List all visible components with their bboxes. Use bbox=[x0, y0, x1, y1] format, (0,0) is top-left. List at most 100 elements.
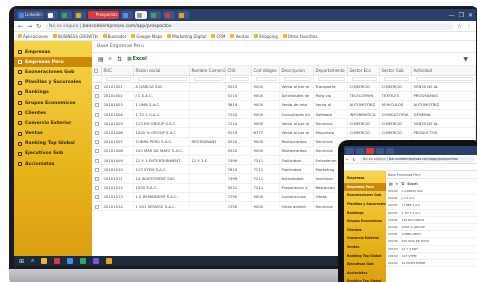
column-header[interactable]: Razon social bbox=[133, 66, 190, 76]
row-checkbox[interactable] bbox=[95, 140, 99, 145]
bookmark-item[interactable]: Otros favoritos bbox=[282, 34, 317, 39]
refresh-icon[interactable]: ⇅ bbox=[401, 181, 404, 186]
tablet-export-excel-button[interactable]: Excel bbox=[407, 182, 417, 186]
sidebar-item[interactable]: Exoneraciones Gob bbox=[14, 67, 92, 77]
sidebar-item[interactable]: Empresas Peru bbox=[14, 57, 92, 68]
table-row[interactable]: 20101006 1000 % GROUP S.A.C. 5219 8772 Venta… bbox=[92, 127, 476, 138]
reload-icon[interactable]: ↻ bbox=[36, 23, 41, 30]
row-checkbox[interactable] bbox=[95, 186, 99, 191]
browser-tab[interactable] bbox=[135, 11, 148, 19]
column-header[interactable]: Cod Ubigeo bbox=[251, 66, 280, 76]
column-header[interactable]: Actividad bbox=[411, 66, 476, 76]
row-checkbox[interactable] bbox=[95, 112, 99, 117]
tablet-table-row[interactable]: 20100 12 Y 3 ENT. bbox=[386, 246, 477, 253]
row-checkbox[interactable] bbox=[95, 204, 99, 209]
row-checkbox[interactable] bbox=[95, 94, 99, 99]
tablet-table-row[interactable]: 20100 1OBRA PERU bbox=[386, 231, 477, 239]
tablet-table-row[interactable]: 20100 14 INVESTMENT bbox=[386, 260, 477, 268]
column-filter-input[interactable] bbox=[317, 76, 345, 81]
select-all-header[interactable] bbox=[92, 66, 102, 76]
sidebar-item[interactable]: Accionistas bbox=[14, 159, 92, 169]
column-filter-input[interactable] bbox=[351, 76, 377, 81]
tablet-table-row[interactable]: 20100 J C S.A.C. bbox=[386, 195, 477, 203]
tab[interactable] bbox=[386, 147, 394, 154]
browser-tab[interactable] bbox=[121, 11, 134, 19]
tablet-sidebar-item[interactable]: Ranking Top Global bbox=[344, 277, 386, 282]
column-filter-input[interactable] bbox=[137, 76, 187, 81]
export-excel-button[interactable]: ▦ Excel bbox=[127, 57, 147, 62]
browser-tab[interactable]: Prospectos bbox=[87, 11, 120, 19]
sidebar-item[interactable]: Planillas y Sucursales bbox=[14, 78, 92, 88]
reload-icon[interactable]: ↻ bbox=[352, 157, 355, 162]
row-checkbox[interactable] bbox=[95, 85, 99, 90]
row-checkbox[interactable] bbox=[95, 103, 99, 108]
tab[interactable] bbox=[346, 147, 354, 154]
sidebar-item[interactable]: Empresas bbox=[14, 47, 92, 57]
bookmark-item[interactable]: Buscador bbox=[102, 34, 126, 39]
tablet-sidebar-item[interactable]: Ejecutivos Gob bbox=[344, 260, 386, 269]
sidebar-item[interactable]: Ejecutivos Gob bbox=[14, 149, 92, 159]
table-row[interactable]: 20101001 A GARCIA SAC 5223 9000 Venta al por… bbox=[92, 82, 476, 92]
table-row[interactable]: 20101004 1 TO 1 S.A.C. 7220 9000 Consultores… bbox=[92, 109, 476, 120]
tablet-sidebar-item[interactable]: Planillas y Sucursales bbox=[344, 200, 386, 209]
tablet-sidebar-item[interactable]: Rankings bbox=[344, 208, 386, 217]
browser-tab[interactable] bbox=[73, 11, 86, 19]
tablet-table-row[interactable]: 20100 1000 % GROUP bbox=[386, 224, 477, 232]
row-checkbox[interactable] bbox=[95, 167, 99, 172]
excel-icon[interactable] bbox=[80, 258, 87, 264]
bookmark-item[interactable]: BUSINESS GROWTH bbox=[53, 34, 98, 39]
column-filter-input[interactable] bbox=[283, 76, 311, 81]
search-icon[interactable]: ⌕ bbox=[109, 55, 112, 63]
tablet-sidebar-item[interactable]: Clientes bbox=[344, 226, 386, 235]
search-icon[interactable]: ⌕ bbox=[396, 181, 398, 186]
row-checkbox[interactable] bbox=[95, 176, 99, 181]
search-icon[interactable]: ⌕ bbox=[31, 257, 34, 265]
browser-tab[interactable] bbox=[163, 11, 176, 19]
sidebar-item[interactable]: Clientes bbox=[14, 108, 92, 118]
tablet-table-row[interactable]: 20100 123 STEM bbox=[386, 253, 477, 260]
column-header[interactable]: Descripcion bbox=[279, 66, 314, 76]
tablet-sidebar-item[interactable]: Accionistas bbox=[344, 269, 386, 278]
document-icon[interactable]: ▤ bbox=[98, 56, 104, 63]
maximize-icon[interactable]: ❐ bbox=[459, 12, 464, 19]
column-header[interactable]: CIIU bbox=[225, 66, 252, 76]
forward-icon[interactable]: → bbox=[27, 23, 32, 30]
row-checkbox[interactable] bbox=[95, 149, 99, 154]
sidebar-item[interactable]: Ranking Top Global bbox=[14, 139, 92, 149]
sidebar-item[interactable]: Rankings bbox=[14, 88, 92, 98]
app-icon[interactable] bbox=[106, 258, 113, 264]
row-checkbox[interactable] bbox=[95, 195, 99, 200]
tablet-sidebar-item[interactable]: Ventas bbox=[344, 243, 386, 252]
column-filter-input[interactable] bbox=[383, 76, 409, 81]
tablet-sidebar-item[interactable]: Ranking Top Global bbox=[344, 251, 386, 260]
bookmark-item[interactable]: Ventas bbox=[230, 34, 249, 39]
row-checkbox[interactable] bbox=[95, 158, 99, 163]
refresh-icon[interactable]: ⇅ bbox=[117, 56, 122, 63]
row-checkbox[interactable] bbox=[95, 131, 99, 136]
browser-tab[interactable] bbox=[177, 11, 190, 19]
tablet-sidebar-item[interactable]: Grupos Economicos bbox=[344, 217, 386, 226]
tablet-table-row[interactable]: 20100 100 MAS DE MAYO bbox=[386, 238, 477, 246]
tablet-sidebar-item[interactable]: Exoneraciones Gob bbox=[344, 191, 386, 200]
document-icon[interactable]: ▤ bbox=[389, 181, 393, 186]
column-filter-input[interactable] bbox=[193, 76, 223, 81]
browser-tab[interactable]: Linkedin bbox=[17, 11, 44, 19]
tab[interactable] bbox=[366, 147, 374, 154]
table-row[interactable]: 20101005 123 RH GROUP S.A.C. 7210 9000 Venta… bbox=[92, 118, 476, 129]
url-field[interactable]: No es seguro | bancodeempresas.com/app/p… bbox=[45, 22, 453, 30]
back-icon[interactable]: ← bbox=[18, 23, 23, 30]
tablet-table-row[interactable]: 20100 123 RH GROUP bbox=[386, 217, 477, 224]
bookmark-item[interactable]: Shopping bbox=[254, 34, 278, 39]
tab[interactable] bbox=[376, 147, 384, 154]
table-row[interactable]: 20101002 J C S.A.C. 5210 9000 Actividades de… bbox=[92, 91, 476, 101]
column-header[interactable]: Sector Eco bbox=[347, 66, 380, 76]
browser-tab[interactable] bbox=[45, 11, 58, 19]
tablet-table-row[interactable]: 20100 A GARCIA SAC bbox=[386, 188, 477, 196]
back-icon[interactable]: ← bbox=[346, 157, 349, 162]
bookmark-item[interactable]: Marketing Digital bbox=[167, 34, 206, 39]
sidebar-item[interactable]: Grupos Economicos bbox=[14, 98, 92, 108]
close-icon[interactable]: ✕ bbox=[468, 12, 473, 19]
column-header[interactable]: RUC bbox=[101, 66, 134, 76]
column-filter-input[interactable] bbox=[229, 76, 249, 81]
tablet-sidebar-item[interactable]: Empresas Peru bbox=[344, 182, 386, 192]
